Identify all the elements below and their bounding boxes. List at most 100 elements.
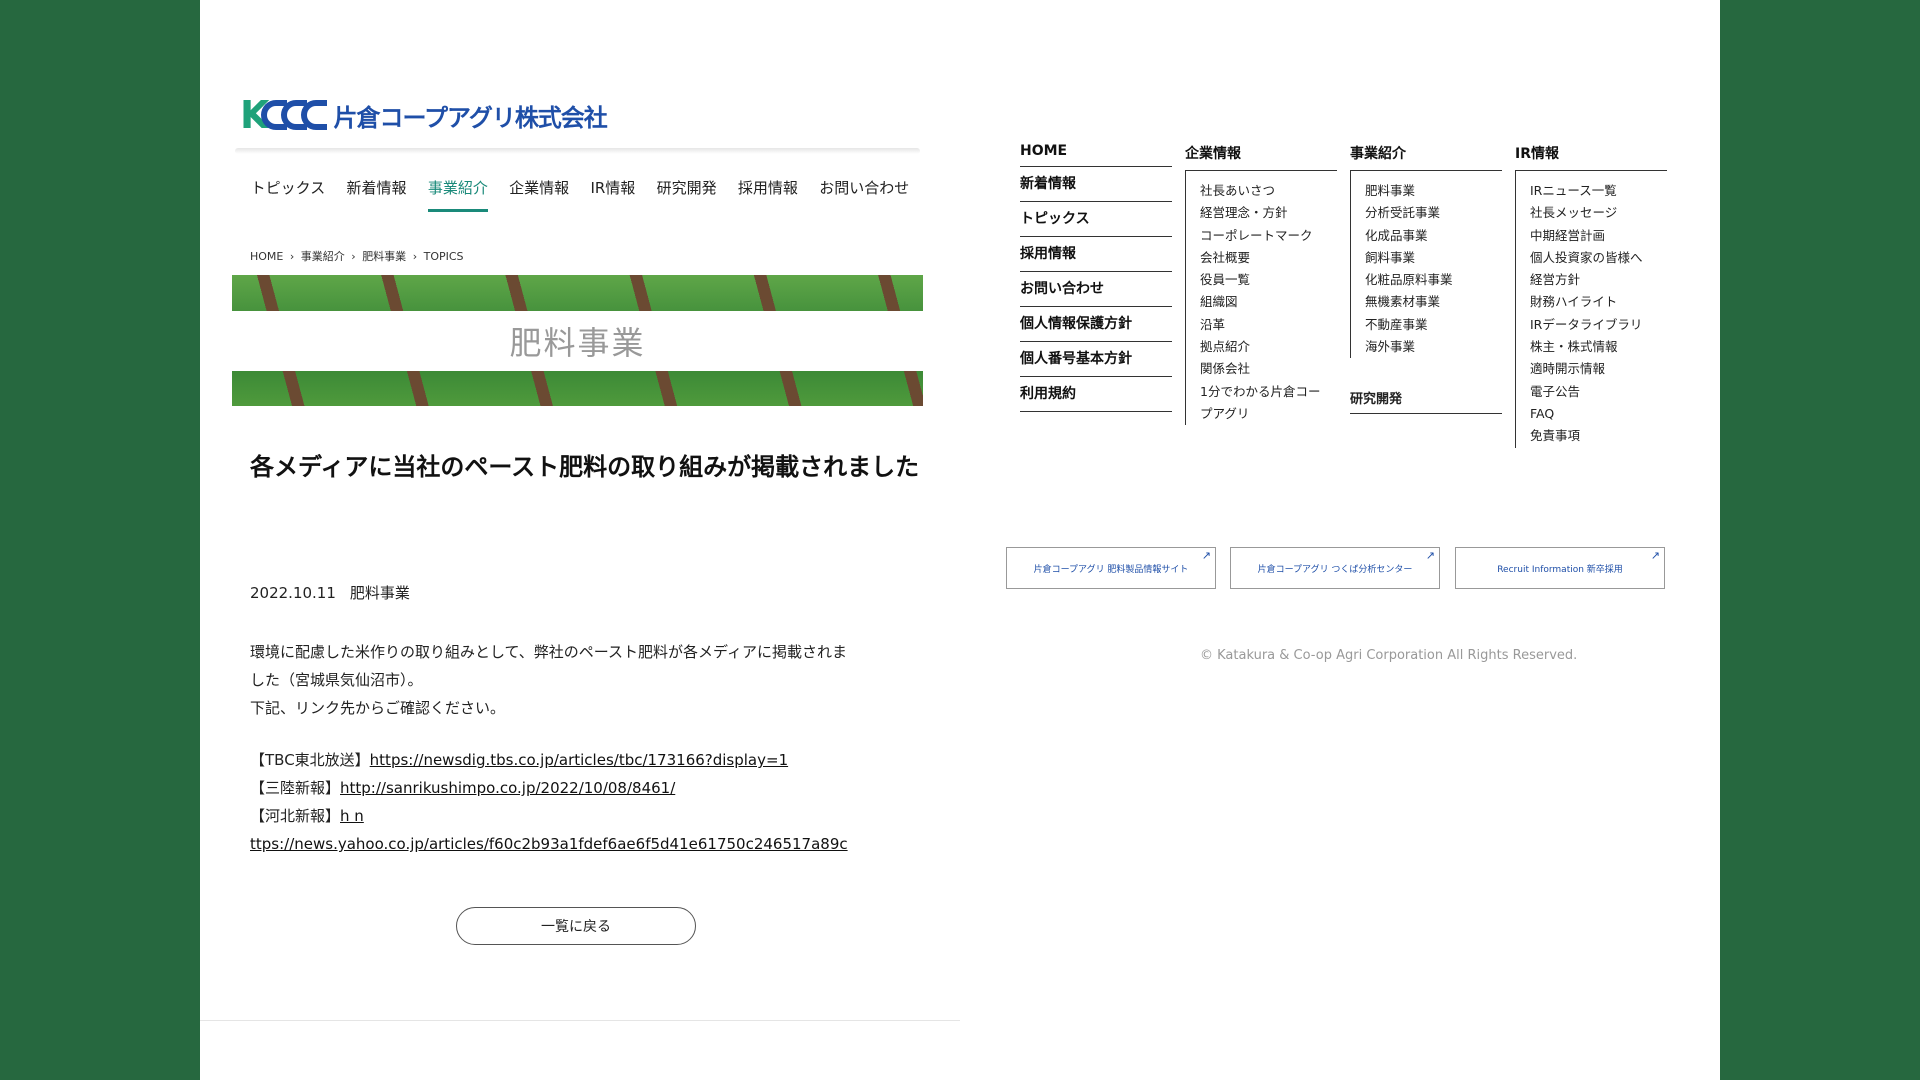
article-title: 各メディアに当社のペースト肥料の取り組みが掲載されました — [250, 453, 920, 481]
sanriku-link[interactable]: http://sanrikushimpo.co.jp/2022/10/08/84… — [340, 779, 675, 797]
sitemap-link[interactable]: 適時開示情報 — [1530, 358, 1667, 380]
kahoku-link[interactable]: h n — [340, 807, 364, 825]
header-divider — [235, 148, 920, 154]
breadcrumb-separator: › — [351, 250, 356, 263]
sitemap-link[interactable]: 無機素材事業 — [1365, 291, 1502, 313]
logo-mark: K — [240, 95, 328, 135]
sitemap-ir-title[interactable]: IR情報 — [1515, 143, 1667, 171]
sitemap-link[interactable]: 飼料事業 — [1365, 247, 1502, 269]
sitemap-link[interactable]: 肥料事業 — [1365, 180, 1502, 202]
sitemap-recruit[interactable]: 採用情報 — [1020, 237, 1172, 272]
sitemap-topics[interactable]: トピックス — [1020, 202, 1172, 237]
sitemap-link[interactable]: 海外事業 — [1365, 336, 1502, 358]
kahoku-link-continued[interactable]: ttps://news.yahoo.co.jp/articles/f60c2b9… — [250, 835, 848, 853]
breadcrumb-home[interactable]: HOME — [250, 250, 283, 263]
sitemap-corporate-list: 社長あいさつ 経営理念・方針 コーポレートマーク 会社概要 役員一覧 組織図 沿… — [1185, 171, 1337, 426]
sitemap-link[interactable]: 化粧品原料事業 — [1365, 269, 1502, 291]
sitemap-link[interactable]: 1分でわかる片倉コー — [1200, 381, 1337, 403]
sitemap-link[interactable]: 沿革 — [1200, 314, 1337, 336]
sitemap-link[interactable]: 財務ハイライト — [1530, 291, 1667, 313]
breadcrumb-current: TOPICS — [423, 250, 464, 263]
breadcrumb-fertilizer[interactable]: 肥料事業 — [362, 250, 406, 263]
sitemap-link[interactable]: 化成品事業 — [1365, 225, 1502, 247]
sitemap-mynumber[interactable]: 個人番号基本方針 — [1020, 342, 1172, 377]
sitemap-home[interactable]: HOME — [1020, 143, 1172, 167]
sitemap-link[interactable]: 不動産事業 — [1365, 314, 1502, 336]
nav-recruit[interactable]: 採用情報 — [738, 175, 798, 212]
sitemap-link[interactable]: 個人投資家の皆様へ — [1530, 247, 1667, 269]
external-link-icon: ↗ — [1201, 549, 1211, 562]
link-label: 【河北新報】 — [250, 807, 341, 825]
article-links: 【TBC東北放送】https://newsdig.tbs.co.jp/artic… — [250, 746, 950, 858]
sitemap-link[interactable]: IRニュース一覧 — [1530, 180, 1667, 202]
external-link-label: 片倉コープアグリ 肥料製品情報サイト — [1033, 564, 1189, 575]
body-line: 環境に配慮した米作りの取り組みとして、弊社のペースト肥料が各メディアに掲載されま — [250, 643, 848, 661]
tbc-link[interactable]: https://newsdig.tbs.co.jp/articles/tbc/1… — [370, 751, 788, 769]
sitemap-link[interactable]: コーポレートマーク — [1200, 225, 1337, 247]
sitemap-col-ir: IR情報 IRニュース一覧 社長メッセージ 中期経営計画 個人投資家の皆様へ 経… — [1515, 143, 1667, 448]
banner-title: 肥料事業 — [509, 324, 646, 362]
sitemap-link[interactable]: 社長メッセージ — [1530, 202, 1667, 224]
nav-news[interactable]: 新着情報 — [347, 175, 407, 212]
nav-topics[interactable]: トピックス — [251, 175, 326, 212]
breadcrumb: HOME › 事業紹介 › 肥料事業 › TOPICS — [250, 248, 467, 264]
link-label: 【三陸新報】 — [250, 779, 341, 797]
nav-business[interactable]: 事業紹介 — [427, 175, 488, 212]
sitemap-link[interactable]: 拠点紹介 — [1200, 336, 1337, 358]
fertilizer-site-button[interactable]: 片倉コープアグリ 肥料製品情報サイト ↗ — [1006, 547, 1216, 589]
sitemap-link[interactable]: 会社概要 — [1200, 247, 1337, 269]
sitemap-link[interactable]: 経営理念・方針 — [1200, 202, 1337, 224]
sitemap-research[interactable]: 研究開発 — [1350, 388, 1502, 415]
sitemap-link[interactable]: 免責事項 — [1530, 425, 1667, 447]
sitemap-link[interactable]: 株主・株式情報 — [1530, 336, 1667, 358]
external-link-label: Recruit Information 新卒採用 — [1497, 564, 1623, 575]
nav-corporate[interactable]: 企業情報 — [509, 175, 569, 212]
article-date: 2022.10.11 — [250, 584, 336, 602]
sitemap-corporate-title[interactable]: 企業情報 — [1185, 143, 1337, 171]
sitemap-link[interactable]: プアグリ — [1200, 403, 1337, 425]
external-link-icon: ↗ — [1425, 549, 1435, 562]
body-line: 下記、リンク先からご確認ください。 — [250, 699, 506, 717]
recruit-site-button[interactable]: Recruit Information 新卒採用 ↗ — [1455, 547, 1665, 589]
link-row: 【河北新報】h n — [250, 802, 950, 830]
link-row: 【三陸新報】http://sanrikushimpo.co.jp/2022/10… — [250, 774, 950, 802]
link-row: ttps://news.yahoo.co.jp/articles/f60c2b9… — [250, 830, 950, 858]
sitemap-contact[interactable]: お問い合わせ — [1020, 272, 1172, 307]
banner-band: 肥料事業 — [232, 311, 923, 371]
sitemap-news[interactable]: 新着情報 — [1020, 167, 1172, 202]
breadcrumb-separator: › — [412, 250, 418, 263]
sitemap-col-main: HOME 新着情報 トピックス 採用情報 お問い合わせ 個人情報保護方針 個人番… — [1020, 143, 1172, 412]
company-logo[interactable]: K 片倉コープアグリ株式会社 — [240, 95, 608, 135]
nav-ir[interactable]: IR情報 — [590, 175, 635, 212]
sitemap-privacy[interactable]: 個人情報保護方針 — [1020, 307, 1172, 342]
sitemap-col-business: 事業紹介 肥料事業 分析受託事業 化成品事業 飼料事業 化粧品原料事業 無機素材… — [1350, 143, 1502, 415]
link-row: 【TBC東北放送】https://newsdig.tbs.co.jp/artic… — [250, 746, 950, 774]
main-nav: トピックス 新着情報 事業紹介 企業情報 IR情報 研究開発 採用情報 お問い合… — [240, 175, 920, 212]
company-name: 片倉コープアグリ株式会社 — [333, 103, 607, 132]
sitemap-link[interactable]: 関係会社 — [1200, 358, 1337, 380]
sitemap-link[interactable]: 経営方針 — [1530, 269, 1667, 291]
sitemap-link[interactable]: 分析受託事業 — [1365, 202, 1502, 224]
sitemap-link[interactable]: 組織図 — [1200, 291, 1337, 313]
sitemap-link[interactable]: FAQ — [1530, 403, 1667, 425]
article-category: 肥料事業 — [349, 584, 410, 602]
copyright: © Katakura & Co-op Agri Corporation All … — [1200, 648, 1578, 663]
sitemap-link[interactable]: 中期経営計画 — [1530, 225, 1667, 247]
sitemap-link[interactable]: IRデータライブラリ — [1530, 314, 1667, 336]
nav-contact[interactable]: お問い合わせ — [819, 175, 909, 212]
sitemap-business-list: 肥料事業 分析受託事業 化成品事業 飼料事業 化粧品原料事業 無機素材事業 不動… — [1350, 171, 1502, 359]
breadcrumb-separator: › — [289, 250, 295, 263]
sitemap-link[interactable]: 社長あいさつ — [1200, 180, 1337, 202]
article-body: 環境に配慮した米作りの取り組みとして、弊社のペースト肥料が各メディアに掲載されま… — [250, 638, 940, 722]
nav-research[interactable]: 研究開発 — [657, 175, 717, 212]
footer-divider — [200, 1020, 960, 1021]
sitemap-terms[interactable]: 利用規約 — [1020, 377, 1172, 412]
breadcrumb-business[interactable]: 事業紹介 — [301, 250, 345, 263]
link-label: 【TBC東北放送】 — [250, 751, 370, 769]
sitemap-link[interactable]: 電子公告 — [1530, 381, 1667, 403]
sitemap-link[interactable]: 役員一覧 — [1200, 269, 1337, 291]
footer-sitemap: HOME 新着情報 トピックス 採用情報 お問い合わせ 個人情報保護方針 個人番… — [1020, 143, 1675, 463]
tsukuba-center-button[interactable]: 片倉コープアグリ つくば分析センター ↗ — [1230, 547, 1440, 589]
back-to-list-button[interactable]: 一覧に戻る — [456, 907, 696, 945]
sitemap-business-title[interactable]: 事業紹介 — [1350, 143, 1502, 171]
